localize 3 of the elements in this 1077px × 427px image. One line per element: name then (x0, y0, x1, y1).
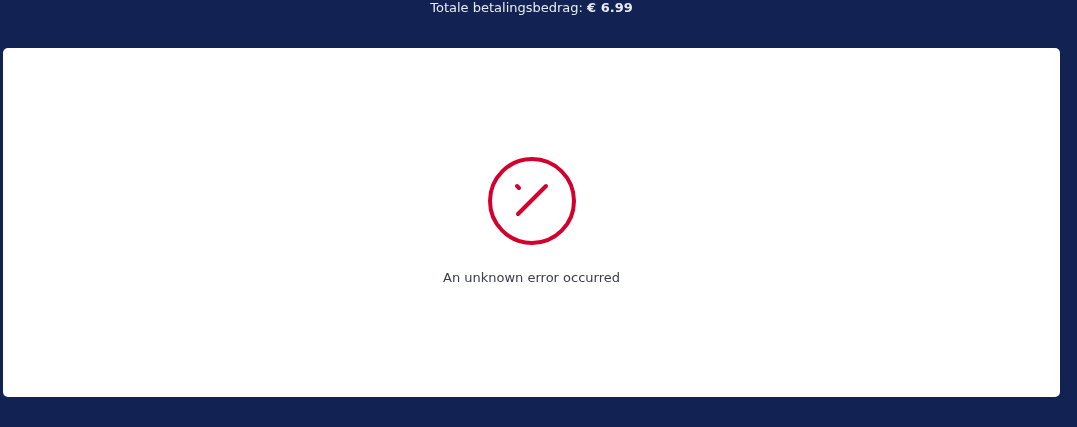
error-icon (486, 156, 577, 246)
payment-total: Totale betalingsbedrag: € 6.99 (430, 0, 633, 15)
error-message: An unknown error occurred (443, 270, 620, 285)
